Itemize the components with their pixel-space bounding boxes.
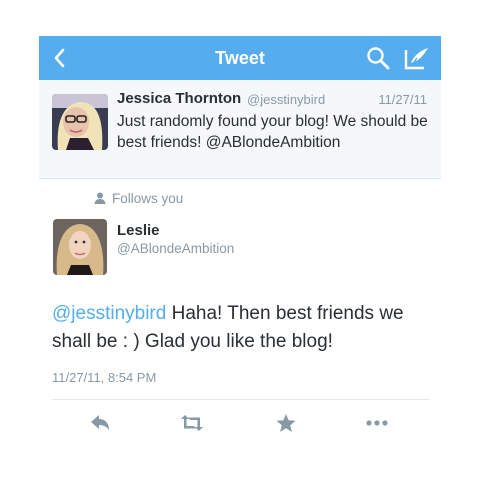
more-icon [366, 420, 388, 426]
reply-author-avatar[interactable] [52, 94, 108, 150]
reply-icon [91, 415, 109, 430]
reply-author-name[interactable]: Jessica Thornton [117, 90, 241, 107]
reply-button[interactable] [89, 411, 111, 435]
compose-icon [404, 48, 428, 70]
search-button[interactable] [365, 45, 391, 71]
follows-you-indicator: Follows you [94, 191, 183, 206]
tweet-timestamp: 11/27/11, 8:54 PM [52, 370, 157, 385]
author-avatar[interactable] [53, 219, 107, 275]
search-icon [367, 47, 390, 70]
follows-you-label: Follows you [112, 191, 184, 206]
author-name[interactable]: Leslie [117, 222, 160, 239]
in-reply-to-tweet[interactable]: Jessica Thornton @jesstinybird 11/27/11 … [39, 80, 441, 179]
tweet-text: @jesstinybird Haha! Then best friends we… [52, 300, 442, 356]
compose-button[interactable] [403, 45, 431, 71]
person-icon [94, 192, 106, 204]
reply-tweet-time: 11/27/11 [378, 92, 427, 107]
favorite-icon [276, 414, 296, 432]
tweet-detail-screen: Tweet Jessica Thornton @jesstinybird 11/… [39, 36, 441, 440]
reply-author-handle: @jesstinybird [247, 92, 326, 107]
retweet-icon [181, 415, 203, 431]
navigation-bar: Tweet [39, 36, 441, 80]
mention-link[interactable]: @jesstinybird [52, 303, 166, 324]
retweet-button[interactable] [179, 411, 205, 435]
divider [52, 399, 429, 400]
reply-tweet-text: Just randomly found your blog! We should… [117, 113, 428, 151]
author-handle[interactable]: @ABlondeAmbition [117, 241, 234, 256]
more-button[interactable] [365, 411, 389, 435]
favorite-button[interactable] [275, 411, 297, 435]
